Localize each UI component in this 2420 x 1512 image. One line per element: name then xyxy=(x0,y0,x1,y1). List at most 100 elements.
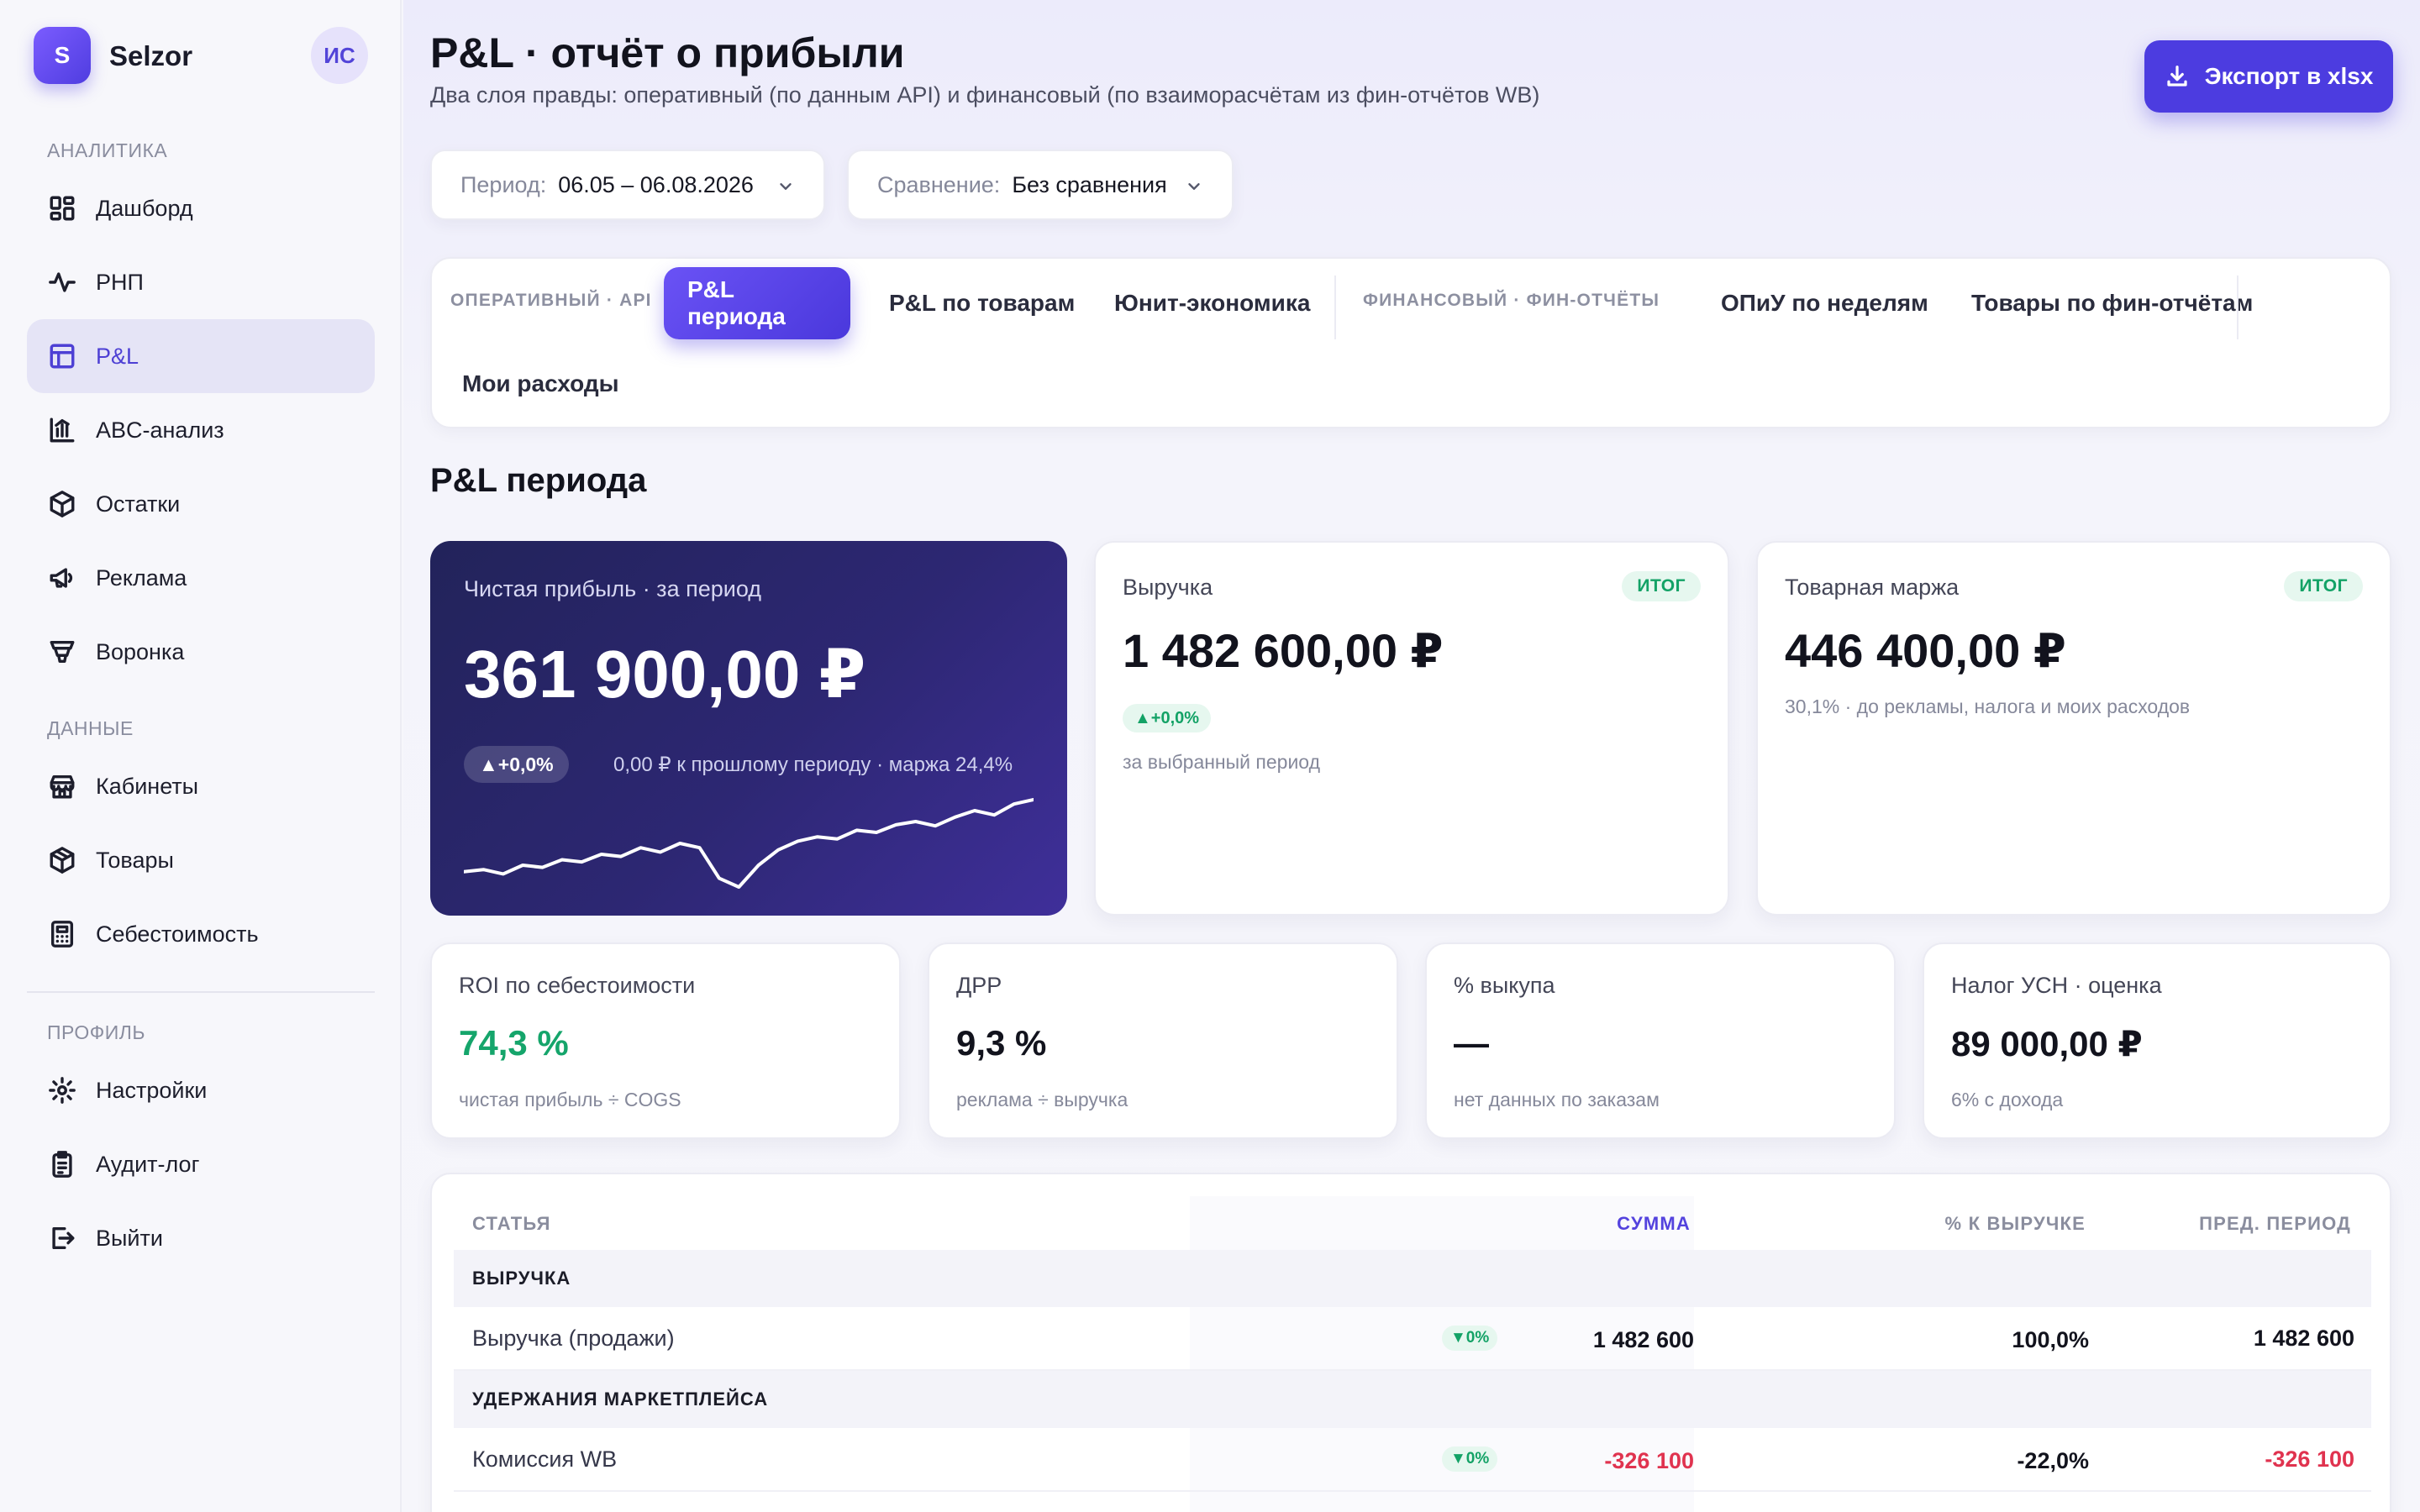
row-name: Комиссия WB xyxy=(472,1446,618,1472)
nav-section-profile: ПРОФИЛЬ xyxy=(47,1021,145,1043)
sidebar-item-label: Аудит-лог xyxy=(96,1151,200,1177)
row-prev: -326 100 xyxy=(2265,1446,2354,1472)
sidebar-item-logout[interactable]: Выйти xyxy=(27,1201,375,1275)
export-label: Экспорт в xlsx xyxy=(2204,63,2374,89)
row-prev: 1 482 600 xyxy=(2253,1326,2354,1351)
revenue-note: за выбранный период xyxy=(1123,751,1320,773)
sidebar-item-label: РНП xyxy=(96,269,144,295)
net-profit-value: 361 900,00 ₽ xyxy=(464,637,866,711)
compare-label: Сравнение: xyxy=(877,171,1001,197)
margin-value: 446 400,00 ₽ xyxy=(1785,624,2066,677)
sidebar-item-settings[interactable]: Настройки xyxy=(27,1053,375,1127)
pulse-icon xyxy=(47,267,77,297)
tab-group-operational: ОПЕРАТИВНЫЙ · API xyxy=(450,291,652,310)
sidebar-item-label: ABC-анализ xyxy=(96,417,224,443)
sidebar-item-label: Себестоимость xyxy=(96,921,259,947)
tab-pnl-period[interactable]: P&L периода xyxy=(664,267,850,339)
sidebar-item-dashboard[interactable]: Дашборд xyxy=(27,171,375,245)
tax-card: Налог УСН · оценка 89 000,00 ₽ 6% с дохо… xyxy=(1923,942,2391,1139)
margin-note: 30,1% · до рекламы, налога и моих расход… xyxy=(1785,696,2191,717)
sidebar-item-cabinets[interactable]: Кабинеты xyxy=(27,749,375,823)
net-profit-card: Чистая прибыль · за период 361 900,00 ₽ … xyxy=(430,541,1067,916)
roi-card: ROI по себестоимости 74,3 % чистая прибы… xyxy=(430,942,901,1139)
roi-note: чистая прибыль ÷ COGS xyxy=(459,1089,681,1110)
sidebar: S Selzor ИС АНАЛИТИКА Дашборд РНП P&L AB… xyxy=(0,0,402,1512)
sidebar-item-label: Реклама xyxy=(96,564,187,591)
sidebar-item-stock[interactable]: Остатки xyxy=(27,467,375,541)
period-select[interactable]: Период: 06.05 – 06.08.2026 xyxy=(430,150,825,220)
sidebar-divider xyxy=(27,991,375,993)
row-delta-badge: ▼0% xyxy=(1442,1446,1498,1472)
drr-label: ДРР xyxy=(956,973,1002,998)
tab-pnl-products[interactable]: P&L по товарам xyxy=(865,267,1098,339)
table-row[interactable]: Комиссия WB ▼0% -326 100 -22,0% -326 100 xyxy=(454,1428,2371,1492)
sidebar-item-funnel[interactable]: Воронка xyxy=(27,615,375,689)
tab-opiu-weekly[interactable]: ОПиУ по неделям xyxy=(1697,267,1952,339)
group-row-deductions: УДЕРЖАНИЯ МАРКЕТПЛЕЙСА xyxy=(454,1371,2371,1428)
drr-value: 9,3 % xyxy=(956,1023,1047,1063)
buyout-label: % выкупа xyxy=(1454,973,1555,998)
sidebar-item-audit[interactable]: Аудит-лог xyxy=(27,1127,375,1201)
calculator-icon xyxy=(47,919,77,949)
revenue-value: 1 482 600,00 ₽ xyxy=(1123,624,1444,677)
sidebar-item-rnp[interactable]: РНП xyxy=(27,245,375,319)
avatar[interactable]: ИС xyxy=(311,27,368,84)
column-header-pct[interactable]: % К ВЫРУЧКЕ xyxy=(1945,1213,2086,1235)
download-icon xyxy=(2166,66,2187,87)
row-sum: 1 482 600 xyxy=(1592,1327,1694,1352)
brand-logo[interactable]: S xyxy=(34,27,91,84)
row-sum: -326 100 xyxy=(1604,1448,1694,1473)
sidebar-item-label: Остатки xyxy=(96,491,181,517)
sidebar-item-products[interactable]: Товары xyxy=(27,823,375,897)
table-row[interactable]: Выручка (продажи) ▼0% 1 482 600 100,0% 1… xyxy=(454,1307,2371,1371)
roi-value: 74,3 % xyxy=(459,1023,569,1063)
revenue-card: Выручка ИТОГ 1 482 600,00 ₽ ▲+0,0% за вы… xyxy=(1094,541,1729,916)
row-delta-badge: ▼0% xyxy=(1442,1326,1498,1351)
tab-my-expenses[interactable]: Мои расходы xyxy=(439,348,643,420)
net-profit-delta-badge: ▲+0,0% xyxy=(464,746,569,783)
sidebar-item-abc[interactable]: ABC-анализ xyxy=(27,393,375,467)
sidebar-item-pnl[interactable]: P&L xyxy=(27,319,375,393)
report-tabs: ОПЕРАТИВНЫЙ · API P&L периода P&L по тов… xyxy=(430,257,2391,428)
margin-badge: ИТОГ xyxy=(2284,571,2363,601)
logout-icon xyxy=(47,1223,77,1253)
tab-separator xyxy=(1334,276,1336,339)
tax-note: 6% с дохода xyxy=(1951,1089,2064,1110)
column-header-prev[interactable]: ПРЕД. ПЕРИОД xyxy=(2199,1213,2351,1235)
column-header-sum[interactable]: СУММА xyxy=(1617,1213,1691,1235)
sidebar-item-label: Товары xyxy=(96,847,174,873)
column-header-item[interactable]: СТАТЬЯ xyxy=(472,1213,551,1235)
table-icon xyxy=(47,341,77,371)
store-icon xyxy=(47,771,77,801)
sidebar-item-label: Воронка xyxy=(96,638,185,664)
export-xlsx-button[interactable]: Экспорт в xlsx xyxy=(2144,40,2393,113)
roi-label: ROI по себестоимости xyxy=(459,973,696,998)
revenue-badge: ИТОГ xyxy=(1622,571,1701,601)
buyout-note: нет данных по заказам xyxy=(1454,1089,1660,1110)
sidebar-item-label: P&L xyxy=(96,343,139,369)
buyout-card: % выкупа — нет данных по заказам xyxy=(1425,942,1896,1139)
megaphone-icon xyxy=(47,563,77,593)
revenue-label: Выручка xyxy=(1123,575,1213,600)
buyout-value: — xyxy=(1454,1023,1489,1063)
net-profit-sparkline xyxy=(464,798,1034,889)
sidebar-item-ads[interactable]: Реклама xyxy=(27,541,375,615)
compare-value: Без сравнения xyxy=(1012,171,1167,197)
main-content: P&L · отчёт о прибыли Два слоя правды: о… xyxy=(403,0,2420,1512)
brand: S Selzor ИС xyxy=(34,27,368,84)
tab-fin-products[interactable]: Товары по фин-отчётам xyxy=(1948,267,2276,339)
compare-select[interactable]: Сравнение: Без сравнения xyxy=(847,150,1234,220)
page-subtitle: Два слоя правды: оперативный (по данным … xyxy=(430,82,1540,108)
tab-unit-economics[interactable]: Юнит-экономика xyxy=(1091,267,1334,339)
drr-card: ДРР 9,3 % реклама ÷ выручка xyxy=(928,942,1398,1139)
page-title: P&L · отчёт о прибыли xyxy=(430,29,905,76)
dashboard-icon xyxy=(47,193,77,223)
sidebar-item-cost[interactable]: Себестоимость xyxy=(27,897,375,971)
net-profit-label: Чистая прибыль · за период xyxy=(464,576,761,601)
row-pct: 100,0% xyxy=(2012,1327,2089,1352)
period-value: 06.05 – 06.08.2026 xyxy=(558,171,754,197)
tax-value: 89 000,00 ₽ xyxy=(1951,1024,2143,1063)
pnl-table: СТАТЬЯ СУММА % К ВЫРУЧКЕ ПРЕД. ПЕРИОД ВЫ… xyxy=(430,1173,2391,1512)
chevron-down-icon xyxy=(1185,176,1203,194)
tab-separator xyxy=(2237,276,2238,339)
